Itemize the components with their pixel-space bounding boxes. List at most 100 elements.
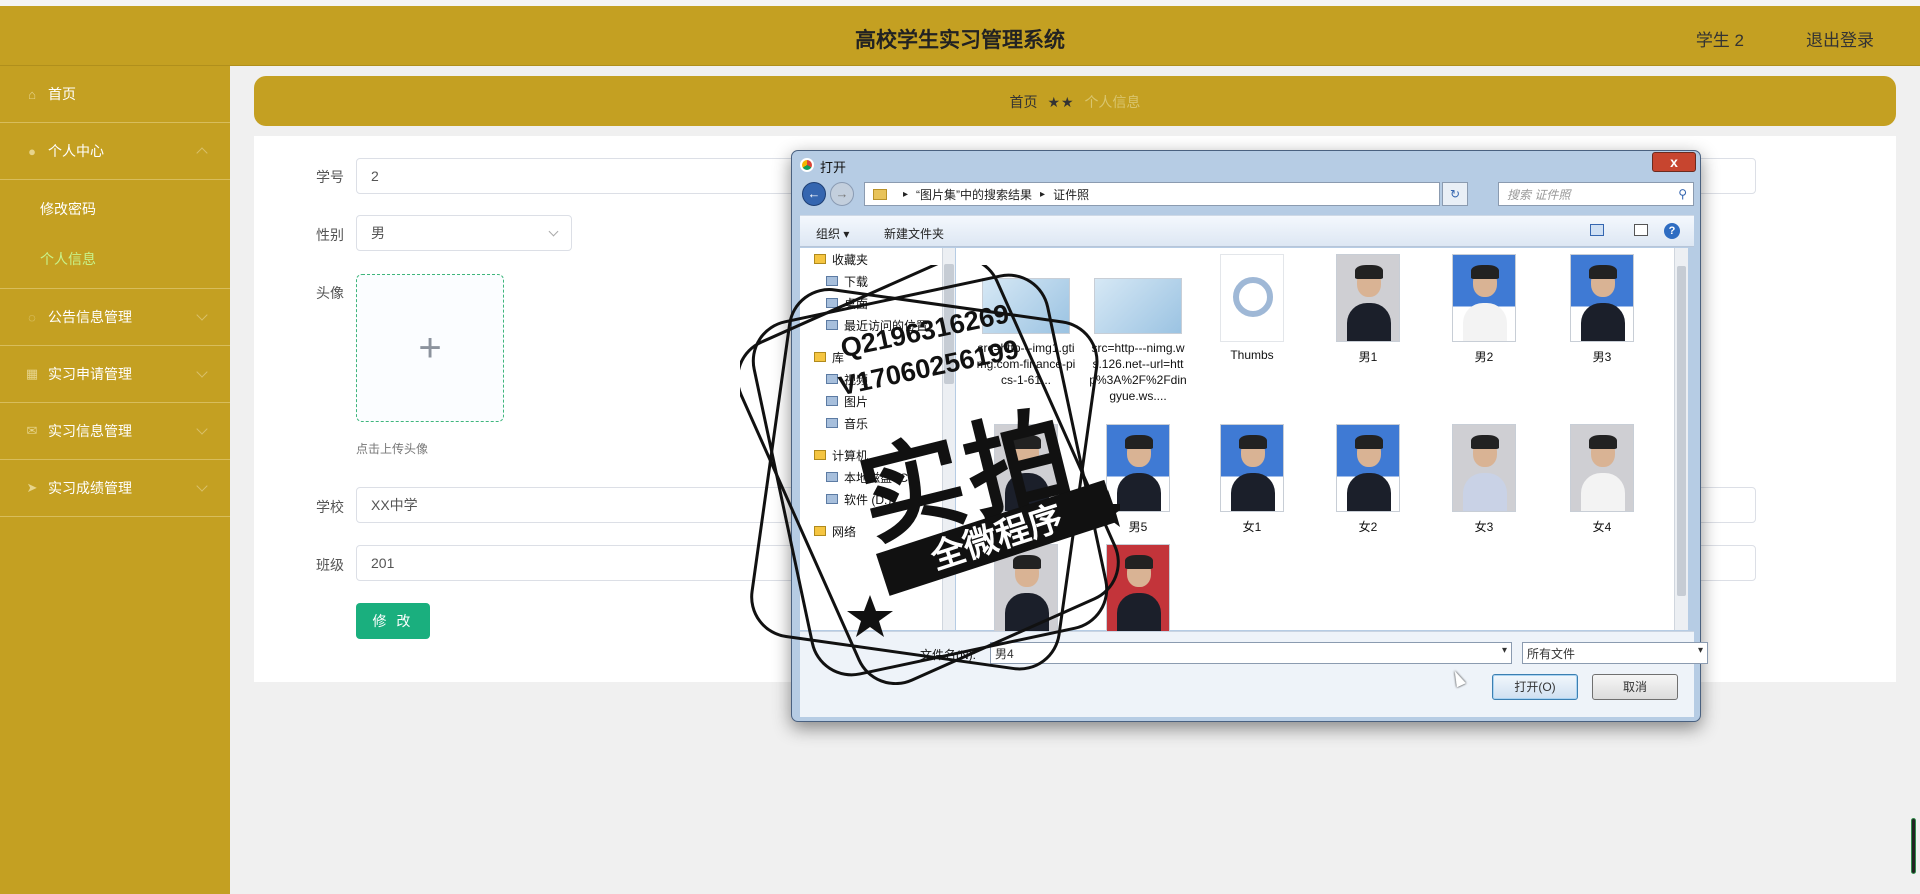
chevron-down-icon [196, 309, 208, 321]
plus-icon: + [418, 325, 442, 370]
folder-icon [826, 276, 838, 286]
current-user[interactable]: 学生 2 [1696, 26, 1744, 51]
file-name: 女4 [1592, 520, 1612, 534]
preview-pane-icon[interactable] [1634, 224, 1648, 236]
folder-icon [826, 418, 838, 428]
dropdown-caret-icon[interactable]: ▾ [1502, 645, 1507, 656]
page-scrollbar[interactable] [1911, 818, 1916, 874]
logout-link[interactable]: 退出登录 [1806, 26, 1874, 51]
view-icon[interactable] [1590, 224, 1604, 236]
class-label: 班级 [316, 557, 344, 573]
dialog-navbar: ← → ▸ “图片集”中的搜索结果 ▸ 证件照 ↻ 搜索 证件照 ⚲ [800, 179, 1694, 209]
image-thumbnail [1452, 424, 1516, 512]
help-icon[interactable]: ? [1664, 223, 1680, 239]
image-thumbnail [1220, 424, 1284, 512]
chevron-down-icon [196, 480, 208, 492]
new-folder-button[interactable]: 新建文件夹 [884, 225, 944, 242]
tree-item[interactable]: 下载 [800, 270, 954, 292]
file-item[interactable]: Thumbs [1202, 254, 1302, 362]
network-icon [814, 526, 826, 536]
file-item[interactable]: 女3 [1434, 424, 1534, 535]
school-label: 学校 [316, 499, 344, 515]
file-item[interactable]: 女4 [1552, 424, 1652, 535]
organize-menu[interactable]: 组织 ▾ [816, 225, 849, 242]
sidebar-item-internship-info[interactable]: ✉ 实习信息管理 [0, 403, 230, 460]
favorites-icon [814, 254, 826, 264]
home-icon: ⌂ [28, 86, 36, 102]
send-icon: ➤ [26, 480, 38, 495]
gender-label: 性别 [316, 227, 344, 243]
grid-icon: ▦ [25, 366, 39, 381]
submit-button[interactable]: 修 改 [356, 603, 430, 639]
file-name: 男1 [1358, 350, 1378, 364]
sidebar-item-internship-apply[interactable]: ▦ 实习申请管理 [0, 346, 230, 403]
file-item[interactable]: 男2 [1434, 254, 1534, 365]
tree-item[interactable]: 桌面 [800, 292, 954, 314]
sidebar-item-label: 公告信息管理 [48, 309, 132, 325]
image-thumbnail [1452, 254, 1516, 342]
file-list-scrollbar[interactable] [1674, 248, 1688, 630]
file-item[interactable]: 女2 [1318, 424, 1418, 535]
dialog-footer: 文件名(N): 男4 ▾ 所有文件 ▾ 打开(O) 取消 [800, 631, 1708, 717]
image-thumbnail [1106, 544, 1170, 632]
forward-button[interactable]: → [830, 182, 854, 206]
notice-icon: ◌ [28, 309, 36, 325]
folder-icon [826, 320, 838, 330]
back-button[interactable]: ← [802, 182, 826, 206]
dialog-title: 打开 [820, 160, 847, 175]
file-item[interactable]: 男3 [1552, 254, 1652, 365]
gear-icon [1233, 277, 1273, 317]
file-item[interactable]: src=http---nimg.ws.126.net--url=http%3A%… [1088, 278, 1188, 404]
drive-icon [826, 494, 838, 504]
image-thumbnail [1336, 254, 1400, 342]
file-name: src=http---nimg.ws.126.net--url=http%3A%… [1089, 341, 1187, 403]
search-icon[interactable]: ⚲ [1678, 187, 1687, 201]
sidebar-item-notice[interactable]: ◌ 公告信息管理 [0, 289, 230, 346]
sidebar-item-personal-info[interactable]: 个人信息 [0, 234, 230, 284]
path-separator: ▸ [903, 188, 909, 200]
sidebar-item-label: 个人中心 [48, 143, 104, 159]
student-no-label: 学号 [316, 169, 344, 185]
top-header: 高校学生实习管理系统 学生 2 退出登录 [0, 6, 1920, 66]
chevron-up-icon [196, 147, 208, 159]
file-type-select[interactable]: 所有文件 ▾ [1522, 642, 1708, 664]
sidebar-item-label: 首页 [48, 86, 76, 102]
breadcrumb: 首页 ★★ 个人信息 [254, 76, 1896, 126]
image-thumbnail [1570, 254, 1634, 342]
sidebar-item-personal-center[interactable]: ● 个人中心 [0, 123, 230, 180]
folder-icon [826, 298, 838, 308]
address-bar[interactable]: ▸ “图片集”中的搜索结果 ▸ 证件照 [864, 182, 1440, 206]
chevron-down-icon [196, 366, 208, 378]
file-name: 男2 [1474, 350, 1494, 364]
breadcrumb-home[interactable]: 首页 [1010, 94, 1038, 110]
file-type-value: 所有文件 [1527, 646, 1576, 661]
computer-icon [814, 450, 826, 460]
sidebar-item-internship-score[interactable]: ➤ 实习成绩管理 [0, 460, 230, 517]
filename-input[interactable]: 男4 ▾ [990, 642, 1512, 664]
image-thumbnail [1336, 424, 1400, 512]
file-item[interactable]: 女1 [1202, 424, 1302, 535]
user-icon: ● [28, 143, 36, 159]
path-segment[interactable]: “图片集”中的搜索结果 [916, 186, 1032, 203]
avatar-upload[interactable]: + [356, 274, 504, 422]
tree-item[interactable]: 收藏夹 [800, 248, 954, 270]
file-item[interactable] [1088, 544, 1188, 638]
image-thumbnail [1106, 424, 1170, 512]
open-button[interactable]: 打开(O) [1492, 674, 1578, 700]
file-item[interactable]: 男1 [1318, 254, 1418, 365]
search-input[interactable]: 搜索 证件照 ⚲ [1498, 182, 1694, 206]
cancel-button[interactable]: 取消 [1592, 674, 1678, 700]
close-button[interactable]: x [1652, 152, 1696, 172]
file-name: Thumbs [1230, 348, 1274, 362]
breadcrumb-separator: ★★ [1047, 94, 1075, 110]
sidebar-item-label: 实习信息管理 [48, 423, 132, 439]
refresh-button[interactable]: ↻ [1442, 182, 1468, 206]
path-segment[interactable]: 证件照 [1053, 186, 1089, 203]
sidebar-item-home[interactable]: ⌂ 首页 [0, 66, 230, 123]
image-thumbnail [1570, 424, 1634, 512]
chrome-icon [800, 158, 814, 172]
sidebar-item-change-password[interactable]: 修改密码 [0, 184, 230, 234]
file-name: 女1 [1242, 520, 1262, 534]
gender-select[interactable]: 男 [356, 215, 572, 251]
drive-icon [826, 472, 838, 482]
